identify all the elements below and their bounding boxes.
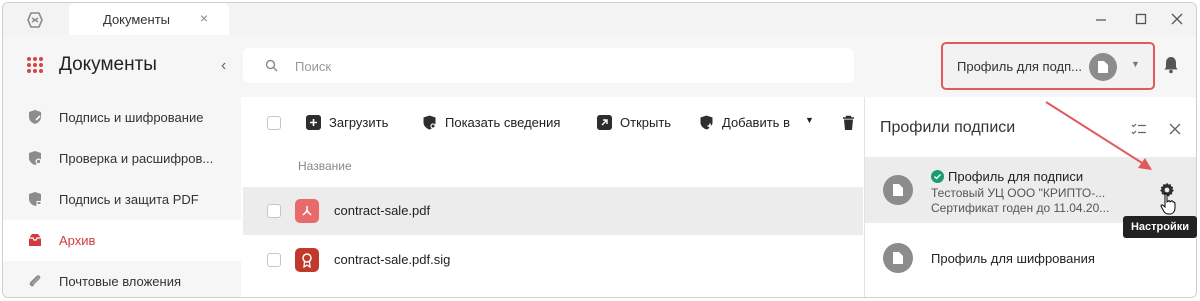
shield-add-icon	[700, 115, 713, 130]
sidebar-item-archive[interactable]: Архив	[3, 220, 241, 261]
sidebar-item-verify-decrypt[interactable]: Проверка и расшифров...	[3, 138, 241, 179]
profile-item-encryption[interactable]: Профиль для шифрования	[865, 235, 1196, 285]
profile-validity: Сертификат годен до 11.04.20...	[931, 201, 1110, 215]
tab-documents[interactable]: Документы ×	[69, 3, 229, 35]
upload-plus-icon	[306, 115, 321, 130]
sidebar-item-label: Подпись и защита PDF	[59, 192, 199, 207]
close-panel-icon[interactable]	[1167, 121, 1183, 137]
tab-close-icon[interactable]: ×	[197, 11, 211, 25]
upload-label: Загрузить	[329, 115, 389, 130]
show-info-label: Показать сведения	[445, 115, 561, 130]
add-to-dropdown[interactable]: Добавить в ▼	[699, 113, 819, 133]
document-icon	[1098, 61, 1108, 73]
sidebar-item-label: Проверка и расшифров...	[59, 151, 214, 166]
shield-pen-icon	[29, 110, 41, 124]
app-window: Документы × Документы ‹ Профиль для подп…	[2, 2, 1197, 298]
check-circle-icon	[931, 170, 944, 183]
open-label: Открыть	[620, 115, 672, 130]
document-icon	[893, 184, 903, 196]
sidebar-item-mail-attachments[interactable]: Почтовые вложения	[3, 261, 241, 297]
signature-file-icon	[295, 248, 319, 272]
file-name: contract-sale.pdf.sig	[334, 252, 451, 267]
hand-pointer-icon	[1160, 193, 1176, 215]
title-bar: Документы ×	[3, 3, 1196, 35]
profile-selector-label: Профиль для подп...	[957, 59, 1082, 74]
search-icon	[265, 59, 278, 72]
sidebar-item-label: Подпись и шифрование	[59, 110, 204, 125]
profile-issuer: Тестовый УЦ ООО "КРИПТО-...	[931, 186, 1106, 200]
search-input[interactable]	[295, 57, 835, 75]
notifications-bell-icon[interactable]	[1163, 56, 1179, 74]
settings-tooltip: Настройки	[1123, 216, 1197, 238]
shield-check-icon	[29, 151, 42, 165]
sidebar-item-label: Архив	[59, 233, 96, 248]
profile-avatar	[1089, 53, 1117, 81]
document-icon	[893, 252, 903, 264]
open-arrow-icon	[597, 115, 612, 130]
checklist-icon[interactable]	[1131, 121, 1147, 137]
minimize-icon[interactable]	[1093, 11, 1109, 27]
app-logo-icon	[27, 12, 43, 28]
search-box[interactable]	[243, 48, 854, 83]
panel-title: Профили подписи	[880, 119, 1016, 136]
collapse-sidebar-icon[interactable]: ‹	[221, 57, 226, 75]
sidebar-item-sign-encrypt[interactable]: Подпись и шифрование	[3, 97, 241, 138]
page-title: Документы	[59, 54, 157, 75]
chevron-down-icon: ▼	[1131, 59, 1140, 69]
maximize-icon[interactable]	[1133, 11, 1149, 27]
sidebar-item-label: Почтовые вложения	[59, 274, 182, 289]
profile-name: Профиль для шифрования	[931, 251, 1095, 266]
chevron-down-icon: ▼	[805, 115, 814, 125]
profile-name-row: Профиль для подписи	[931, 169, 1083, 184]
profile-name: Профиль для подписи	[948, 169, 1084, 184]
row-checkbox[interactable]	[267, 204, 281, 218]
profile-item-signing[interactable]: Профиль для подписи Тестовый УЦ ООО "КРИ…	[865, 157, 1196, 223]
profile-avatar	[883, 243, 913, 273]
profile-avatar	[883, 175, 913, 205]
add-to-label: Добавить в	[722, 115, 790, 130]
show-info-button[interactable]: Показать сведения	[422, 113, 572, 133]
toolbar: Загрузить Показать сведения Открыть Доба…	[243, 97, 863, 149]
header: Документы ‹ Профиль для подп... ▼	[3, 35, 1196, 97]
column-header-name[interactable]: Название	[298, 159, 352, 173]
delete-trash-icon[interactable]	[842, 115, 855, 131]
row-checkbox[interactable]	[267, 253, 281, 267]
shield-lock-icon	[29, 192, 42, 206]
sidebar-item-pdf-protect[interactable]: Подпись и защита PDF	[3, 179, 241, 220]
upload-button[interactable]: Загрузить	[306, 113, 401, 133]
sidebar-header: Документы ‹	[3, 35, 241, 97]
profile-selector[interactable]: Профиль для подп... ▼	[941, 42, 1155, 90]
tab-label: Документы	[103, 12, 171, 27]
archive-icon	[29, 234, 41, 246]
file-name: contract-sale.pdf	[334, 203, 431, 218]
close-window-icon[interactable]	[1169, 11, 1185, 27]
pdf-file-icon	[295, 199, 319, 223]
paperclip-icon	[29, 275, 41, 287]
apps-grid-icon[interactable]	[27, 57, 43, 73]
open-button[interactable]: Открыть	[597, 113, 677, 133]
table-row[interactable]: contract-sale.pdf.sig	[243, 236, 863, 284]
file-list-area: Загрузить Показать сведения Открыть Доба…	[243, 97, 863, 297]
signature-profiles-panel: Профили подписи Профиль для подписи Тест…	[864, 97, 1196, 297]
sidebar: Подпись и шифрование Проверка и расшифро…	[3, 97, 241, 297]
select-all-checkbox[interactable]	[267, 116, 281, 130]
shield-info-icon	[423, 115, 436, 130]
table-row[interactable]: contract-sale.pdf	[243, 187, 863, 235]
